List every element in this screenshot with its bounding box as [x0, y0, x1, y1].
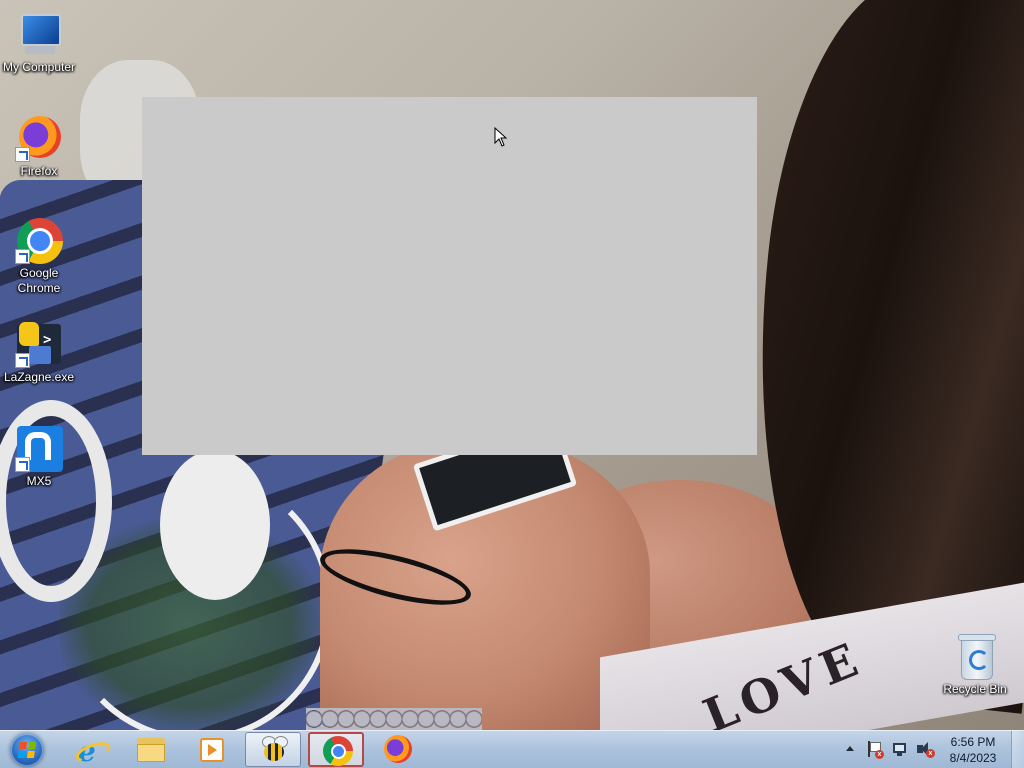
show-desktop-button[interactable] [1011, 731, 1024, 768]
taskbar: e x x 6:56 PM 8/4/2023 [0, 730, 1024, 768]
chrome-icon [15, 216, 63, 264]
desktop-icon-mx5[interactable]: MX5 [1, 424, 77, 489]
taskbar-internet-explorer[interactable]: e [62, 732, 118, 768]
clock-date: 8/4/2023 [949, 751, 997, 765]
shortcut-arrow-icon [15, 249, 30, 264]
windows-start-orb-icon [10, 733, 44, 767]
firefox-icon [382, 734, 414, 764]
desktop-icon-label: Google Chrome [17, 266, 61, 295]
taskbar-clock[interactable]: 6:56 PM 8/4/2023 [942, 734, 1004, 766]
recycle-bin-icon [951, 632, 999, 680]
desktop-icon-label: LaZagne.exe [3, 370, 75, 384]
taskbar-media-player[interactable] [184, 732, 240, 767]
shortcut-arrow-icon [15, 457, 30, 472]
clock-time: 6:56 PM [950, 735, 996, 749]
lazagne-icon: > [15, 320, 63, 368]
chrome-icon [322, 736, 354, 766]
taskbar-bee-app[interactable] [245, 732, 301, 767]
folder-icon [135, 734, 167, 764]
shortcut-arrow-icon [15, 353, 30, 368]
volume-muted-icon[interactable]: x [916, 741, 935, 758]
taskbar-google-chrome[interactable] [308, 732, 364, 767]
internet-explorer-icon: e [73, 734, 113, 768]
action-center-flag-icon[interactable]: x [866, 741, 884, 759]
desktop-icon-recycle-bin[interactable]: Recycle Bin [937, 632, 1013, 697]
wallpaper-bracelet [306, 708, 482, 730]
taskbar-file-explorer[interactable] [123, 732, 179, 767]
wallpaper-headphone-right [160, 450, 270, 600]
show-hidden-icons-arrow-icon[interactable] [846, 746, 854, 751]
desktop-icon-label: Recycle Bin [943, 682, 1007, 696]
desktop-icon-google-chrome[interactable]: Google Chrome [1, 216, 77, 296]
desktop-icon-firefox[interactable]: Firefox [1, 114, 77, 179]
mouse-cursor-icon [494, 127, 508, 147]
maxthon-icon [15, 424, 63, 472]
desktop-icon-my-computer[interactable]: My Computer [1, 10, 77, 75]
desktop-icon-label: My Computer [2, 60, 76, 74]
desktop-icon-label: Firefox [20, 164, 58, 178]
bee-icon [258, 735, 290, 765]
start-button[interactable] [2, 731, 52, 768]
shortcut-arrow-icon [15, 147, 30, 162]
network-icon[interactable] [892, 741, 908, 757]
desktop-icon-lazagne[interactable]: > LaZagne.exe [1, 320, 77, 385]
firefox-icon [15, 114, 63, 162]
taskbar-firefox[interactable] [370, 732, 426, 767]
media-player-icon [196, 734, 228, 764]
blank-window[interactable] [142, 97, 757, 455]
computer-icon [15, 10, 63, 58]
desktop-icon-label: MX5 [26, 474, 52, 488]
